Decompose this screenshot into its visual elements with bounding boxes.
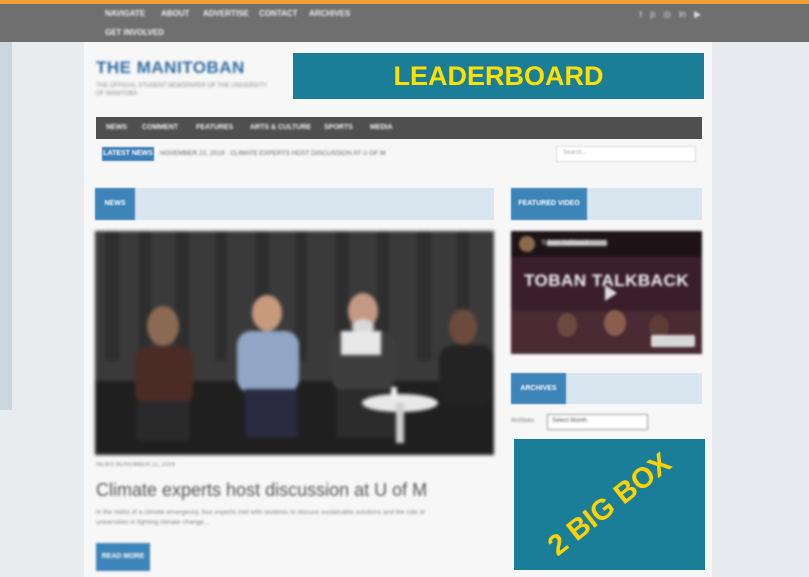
top-nav-item[interactable]: ARCHIVES — [309, 9, 350, 18]
left-background-panel — [0, 42, 12, 410]
top-nav-item[interactable]: ADVERTISE — [203, 9, 249, 18]
section-tab[interactable]: NEWS — [95, 188, 135, 220]
section-tab[interactable]: FEATURED VIDEO — [511, 188, 587, 220]
news-ticker: LATEST NEWS NOVEMBER 22, 2019 · CLIMATE … — [96, 144, 702, 164]
youtube-icon[interactable]: ▶ — [694, 9, 701, 20]
read-more-button[interactable]: READ MORE — [96, 543, 150, 571]
video-thumbnail[interactable]: TOBAN TALKBACK Toban Talkback — [511, 231, 702, 354]
social-links: t p ◎ in ▶ — [640, 9, 701, 20]
main-nav-item[interactable]: ARTS & CULTURE — [250, 124, 311, 131]
search-placeholder: Search... — [563, 150, 588, 156]
right-background-panel — [712, 42, 809, 577]
twitter-icon[interactable]: t — [640, 9, 643, 20]
ticker-badge: LATEST NEWS — [102, 147, 154, 161]
archive-selected-value: Select Month — [552, 418, 588, 424]
video-thumbnail-art — [511, 231, 702, 354]
big-box-ad-label: 2 BIG BOX — [541, 446, 677, 562]
big-box-ad[interactable]: 2 BIG BOX — [514, 439, 705, 570]
main-nav-item[interactable]: COMMENT — [142, 124, 178, 131]
linkedin-icon[interactable]: in — [679, 9, 686, 20]
main-nav-item[interactable]: FEATURES — [196, 124, 233, 131]
pinterest-icon[interactable]: p — [650, 9, 655, 20]
article-excerpt: In the midst of a climate emergency, fou… — [96, 509, 425, 526]
archive-select[interactable]: Select Month — [547, 414, 648, 430]
article-meta: NEWS NOVEMBER 22, 2019 — [96, 462, 176, 468]
article-headline[interactable]: Climate experts host discussion at U of … — [96, 480, 427, 501]
main-nav-item[interactable]: MEDIA — [370, 124, 393, 131]
ticker-headline[interactable]: NOVEMBER 22, 2019 · CLIMATE EXPERTS HOST… — [160, 150, 386, 157]
top-nav-item[interactable]: ABOUT — [161, 9, 189, 18]
top-bar: NAVIGATE ABOUT ADVERTISE CONTACT ARCHIVE… — [0, 4, 809, 42]
top-nav-item[interactable]: GET INVOLVED — [105, 28, 164, 37]
site-logo[interactable]: THE MANITOBAN THE OFFICIAL STUDENT NEWSP… — [96, 58, 276, 98]
read-more-label: READ MORE — [101, 553, 145, 560]
top-nav-item[interactable]: NAVIGATE — [105, 9, 145, 18]
section-header-video: FEATURED VIDEO — [511, 188, 702, 220]
main-nav-item[interactable]: SPORTS — [324, 124, 353, 131]
site-tagline: THE OFFICIAL STUDENT NEWSPAPER OF THE UN… — [96, 83, 268, 97]
video-overlay-title: TOBAN TALKBACK — [523, 271, 690, 290]
main-nav-item[interactable]: NEWS — [106, 124, 127, 131]
search-input[interactable]: Search... — [556, 146, 696, 162]
top-nav-item[interactable]: CONTACT — [259, 9, 298, 18]
section-header-main: NEWS — [95, 188, 494, 220]
main-nav: NEWS COMMENT FEATURES ARTS & CULTURE SPO… — [96, 117, 702, 139]
video-channel-name: Toban Talkback — [541, 240, 590, 247]
section-header-archive: ARCHIVES — [511, 373, 702, 404]
instagram-icon[interactable]: ◎ — [663, 9, 671, 20]
article-photo[interactable] — [95, 231, 494, 455]
section-tab[interactable]: ARCHIVES — [511, 373, 566, 404]
panel-discussion-image — [95, 231, 494, 455]
leaderboard-ad[interactable]: LEADERBOARD — [293, 53, 704, 99]
archive-label: Archives — [511, 418, 535, 424]
leaderboard-ad-label: LEADERBOARD — [393, 60, 604, 91]
site-name: THE MANITOBAN — [96, 58, 245, 77]
